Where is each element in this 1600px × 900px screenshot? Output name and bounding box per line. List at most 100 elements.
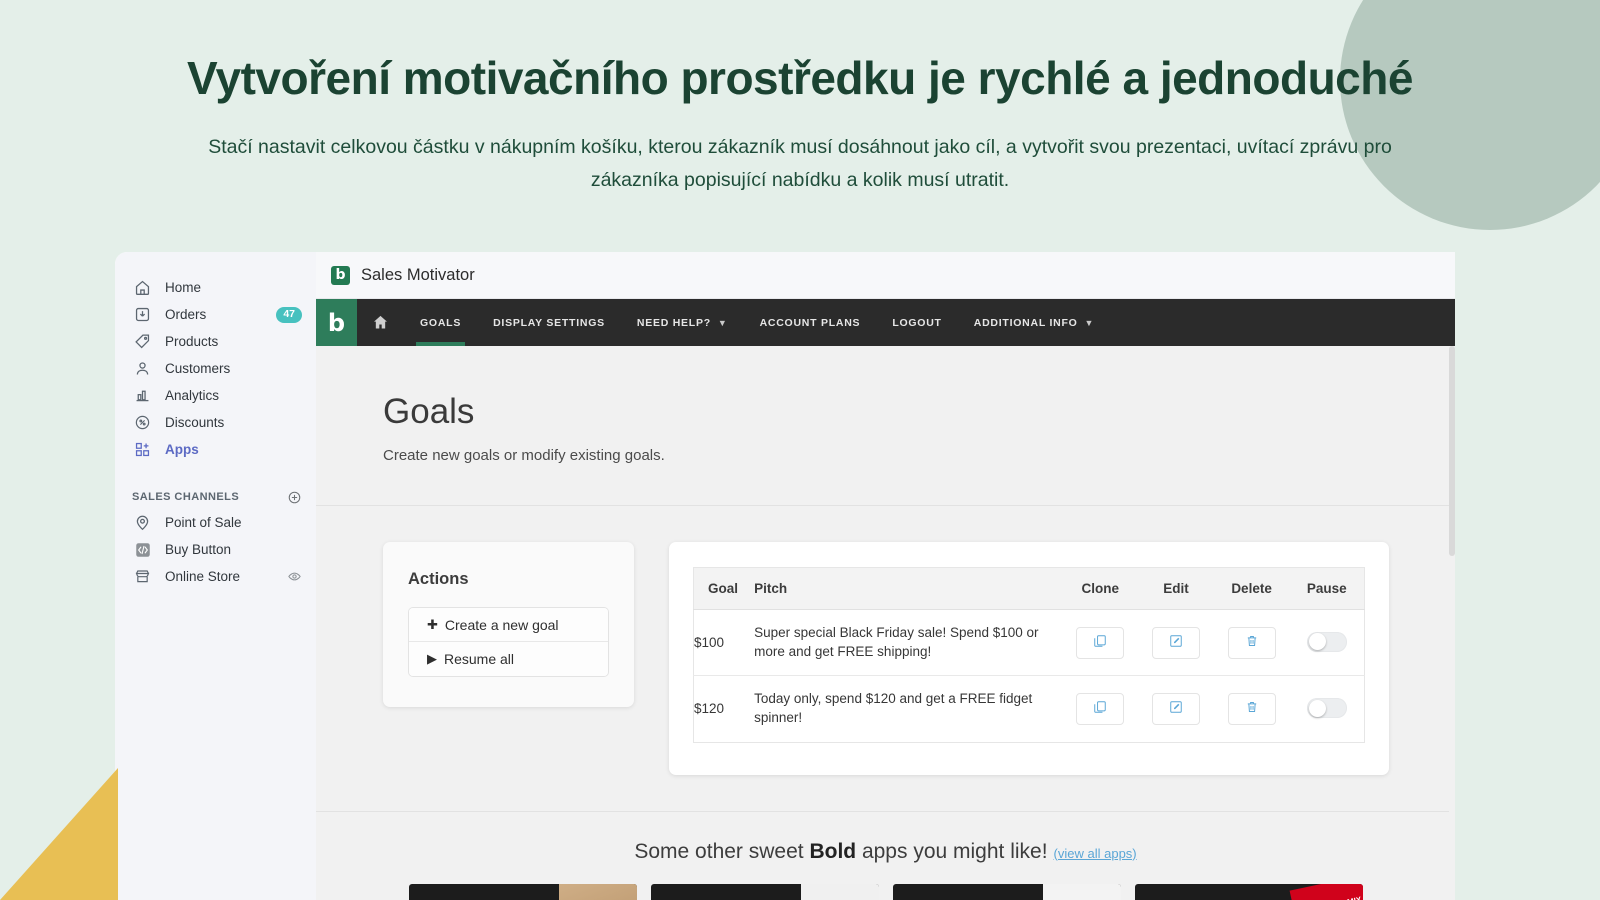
discount-icon (132, 412, 153, 433)
column-header-clone: Clone (1062, 567, 1139, 610)
clone-cell (1062, 609, 1139, 677)
app-banners: b RETURNS RETURN b LOYALTY $29.99 b BOLD… (316, 883, 1455, 900)
promo-bold-word: Bold (809, 839, 857, 863)
topnav-item-need-help[interactable]: NEED HELP? ▼ (621, 299, 744, 346)
column-header-goal: Goal (693, 567, 755, 610)
promo-prefix: Some other sweet (634, 839, 810, 863)
code-icon (132, 539, 153, 560)
trash-icon (1245, 634, 1259, 651)
edit-button[interactable] (1151, 692, 1200, 725)
home-icon (132, 277, 153, 298)
pause-toggle[interactable] (1306, 698, 1347, 719)
topnav-brand-logo-icon[interactable]: b (316, 299, 357, 346)
topnav-item-display-settings[interactable]: DISPLAY SETTINGS (477, 299, 621, 346)
chevron-down-icon: ▼ (717, 317, 728, 328)
topnav-item-label: LOGOUT (892, 316, 942, 329)
sidebar-item-label: Point of Sale (165, 515, 242, 530)
table-header-row: Goal Pitch Clone Edit Delete Pause (693, 567, 1365, 610)
topnav-item-account-plans[interactable]: ACCOUNT PLANS (744, 299, 877, 346)
banner-loyalty[interactable]: b LOYALTY $29.99 (650, 883, 879, 900)
sidebar-item-label: Buy Button (165, 542, 232, 557)
promo-heading: Some other sweet Bold apps you might lik… (316, 840, 1455, 864)
topnav-item-label: DISPLAY SETTINGS (493, 316, 605, 329)
delete-button[interactable] (1227, 692, 1276, 725)
pencil-square-icon (1169, 634, 1183, 651)
column-header-pause: Pause (1289, 567, 1365, 610)
topnav-home-icon[interactable] (357, 299, 404, 346)
edit-cell (1138, 676, 1214, 742)
eye-icon[interactable] (287, 569, 302, 584)
trash-icon (1245, 700, 1259, 717)
actions-list: ✚ Create a new goal ▶ Resume all (408, 607, 609, 677)
promo-section: Some other sweet Bold apps you might lik… (316, 810, 1455, 900)
storefront-icon (132, 566, 153, 587)
banner-product[interactable]: b PRODUCT NOW WITH MIX DEALS (1134, 883, 1363, 900)
goals-page-header: Goals Create new goals or modify existin… (316, 346, 1455, 506)
person-icon (132, 358, 153, 379)
bar-chart-icon (132, 385, 153, 406)
goal-pitch: Today only, spend $120 and get a FREE fi… (754, 691, 1033, 725)
sidebar-item-label: Online Store (165, 569, 241, 584)
action-label: Create a new goal (444, 616, 559, 633)
hero-section: Vytvoření motivačního prostředku je rych… (0, 0, 1600, 198)
sales-channels-title: SALES CHANNELS (132, 491, 240, 503)
sidebar-item-apps[interactable]: Apps (115, 436, 316, 463)
topnav-item-additional-info[interactable]: ADDITIONAL INFO ▼ (958, 299, 1110, 346)
sidebar-item-products[interactable]: Products (115, 328, 316, 355)
topnav-item-goals[interactable]: GOALS (404, 299, 477, 346)
scrollbar-thumb[interactable] (1449, 346, 1455, 556)
goals-table-head: Goal Pitch Clone Edit Delete Pause (693, 567, 1365, 610)
app-content: Goals Create new goals or modify existin… (316, 346, 1455, 900)
sidebar-item-online-store[interactable]: Online Store (115, 563, 316, 590)
goals-description: Create new goals or modify existing goal… (383, 447, 665, 464)
banner-bold-multicurrency[interactable]: b BOLD MULTI USD / GBP (892, 883, 1121, 900)
plus-icon: ✚ (427, 616, 438, 632)
topnav-item-label: ADDITIONAL INFO (973, 316, 1078, 329)
page-title: Vytvoření motivačního prostředku je rych… (187, 52, 1413, 104)
sidebar-item-label: Home (165, 280, 202, 295)
content-scrollbar[interactable] (1449, 346, 1455, 900)
sidebar-item-buy-button[interactable]: Buy Button (115, 536, 316, 563)
pause-cell (1289, 609, 1365, 677)
clone-button[interactable] (1076, 692, 1125, 725)
chevron-down-icon: ▼ (1084, 317, 1095, 328)
resume-all-button[interactable]: ▶ Resume all (409, 642, 608, 676)
sidebar-item-customers[interactable]: Customers (115, 355, 316, 382)
pause-cell (1289, 676, 1364, 742)
delete-cell (1214, 676, 1290, 742)
pencil-square-icon (1169, 700, 1183, 717)
pause-toggle[interactable] (1306, 631, 1347, 652)
bold-logo-icon: b (331, 265, 350, 285)
add-channel-icon[interactable] (287, 490, 302, 505)
topnav-item-label: NEED HELP? (636, 316, 711, 329)
topnav-item-label: ACCOUNT PLANS (759, 316, 861, 329)
sidebar-item-point-of-sale[interactable]: Point of Sale (115, 509, 316, 536)
clone-button[interactable] (1076, 626, 1125, 659)
sidebar-item-discounts[interactable]: Discounts (115, 409, 316, 436)
banner-art-box-icon: RETURN (558, 883, 637, 900)
sidebar-item-analytics[interactable]: Analytics (115, 382, 316, 409)
edit-button[interactable] (1151, 626, 1200, 659)
banner-returns[interactable]: b RETURNS RETURN (408, 883, 637, 900)
goal-amount: $100 (693, 609, 755, 677)
goals-title: Goals (383, 392, 475, 431)
actions-card: Actions ✚ Create a new goal ▶ Resume all (383, 542, 634, 707)
sidebar-item-label: Discounts (165, 415, 225, 430)
sidebar-item-orders[interactable]: Orders 47 (115, 301, 316, 328)
table-row: $100 Super special Black Friday sale! Sp… (693, 609, 1365, 677)
play-icon: ▶ (427, 651, 437, 666)
topnav-item-logout[interactable]: LOGOUT (876, 299, 957, 346)
hero-subtitle: Stačí nastavit celkovou částku v nákupní… (185, 131, 1415, 198)
goal-pitch: Super special Black Friday sale! Spend $… (754, 609, 1063, 677)
sidebar-item-home[interactable]: Home (115, 274, 316, 301)
sidebar-item-label: Analytics (165, 388, 220, 403)
view-all-apps-link[interactable]: (view all apps) (1054, 846, 1137, 861)
column-header-edit: Edit (1138, 567, 1214, 610)
action-label: Resume all (444, 651, 515, 667)
orders-badge: 47 (276, 306, 302, 323)
app-topnav: b GOALS DISPLAY SETTINGS NEED HELP? ▼ AC… (316, 299, 1455, 346)
create-new-goal-button[interactable]: ✚ Create a new goal (409, 608, 608, 642)
delete-button[interactable] (1227, 626, 1276, 659)
app-main: b Sales Motivator b GOALS DISPLAY SETTIN… (316, 252, 1455, 900)
sidebar-item-label: Apps (165, 442, 199, 457)
